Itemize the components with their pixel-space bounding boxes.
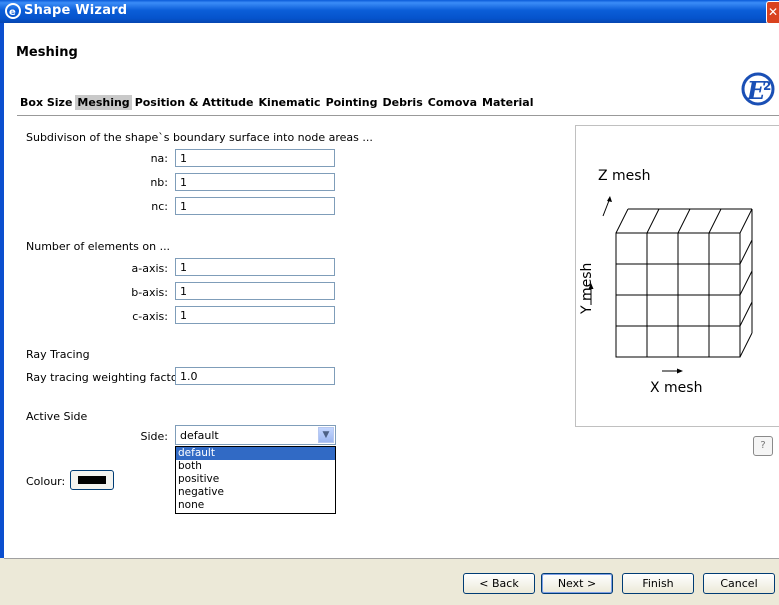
elements-heading: Number of elements on ... <box>26 240 171 253</box>
side-option-default[interactable]: default <box>176 447 335 460</box>
header-separator <box>17 115 779 116</box>
na-field[interactable] <box>175 149 335 167</box>
help-icon[interactable]: ? <box>753 436 773 456</box>
nb-field[interactable] <box>175 173 335 191</box>
chevron-down-icon[interactable]: ▼ <box>318 427 334 443</box>
tab-material[interactable]: Material <box>480 95 535 110</box>
colour-swatch <box>78 476 106 484</box>
na-label: na: <box>150 152 168 165</box>
page-title: Meshing <box>16 45 78 60</box>
ray-tracing-factor-field[interactable] <box>175 367 335 385</box>
tab-kinematic[interactable]: Kinematic <box>257 95 323 110</box>
b-axis-label: b-axis: <box>131 286 168 299</box>
next-button[interactable]: Next > <box>541 573 613 594</box>
colour-label: Colour: <box>26 475 66 488</box>
svg-text:e: e <box>9 7 16 18</box>
side-dropdown-list: default both positive negative none <box>175 446 336 514</box>
finish-button[interactable]: Finish <box>622 573 694 594</box>
mesh-preview: Z mesh Y mesh X mesh <box>575 125 779 427</box>
cancel-button[interactable]: Cancel <box>703 573 775 594</box>
y-mesh-label: Y mesh <box>579 262 595 314</box>
tab-debris[interactable]: Debris <box>381 95 425 110</box>
side-select-value: default <box>180 429 219 442</box>
a-axis-label: a-axis: <box>131 262 168 275</box>
side-label: Side: <box>140 430 169 443</box>
active-side-heading: Active Side <box>26 410 88 423</box>
tab-bar: Box Size Meshing Position & Attitude Kinema… <box>18 95 536 110</box>
close-button[interactable]: ✕ <box>766 1 779 24</box>
z-mesh-label: Z mesh <box>598 168 651 184</box>
svg-text:2: 2 <box>763 79 771 93</box>
side-option-negative[interactable]: negative <box>176 486 335 499</box>
title-bar: e Shape Wizard ✕ <box>0 0 779 24</box>
side-option-positive[interactable]: positive <box>176 473 335 486</box>
a-axis-field[interactable] <box>175 258 335 276</box>
e2-logo-icon: E 2 <box>741 72 775 106</box>
app-logo-icon: e <box>5 3 21 19</box>
side-option-both[interactable]: both <box>176 460 335 473</box>
side-option-none[interactable]: none <box>176 499 335 512</box>
footer-separator <box>4 558 779 559</box>
nb-label: nb: <box>150 176 168 189</box>
b-axis-field[interactable] <box>175 282 335 300</box>
c-axis-field[interactable] <box>175 306 335 324</box>
tab-position-attitude[interactable]: Position & Attitude <box>133 95 256 110</box>
tab-pointing[interactable]: Pointing <box>324 95 380 110</box>
side-select[interactable]: default ▼ <box>175 425 336 445</box>
subdivision-heading: Subdivison of the shape`s boundary surfa… <box>26 131 373 144</box>
x-mesh-label: X mesh <box>650 380 703 396</box>
tab-box-size[interactable]: Box Size <box>18 95 74 110</box>
colour-picker-button[interactable] <box>70 470 114 490</box>
window-title: Shape Wizard <box>24 3 128 18</box>
tab-comova[interactable]: Comova <box>426 95 479 110</box>
nc-label: nc: <box>151 200 168 213</box>
nc-field[interactable] <box>175 197 335 215</box>
ray-tracing-factor-label: Ray tracing weighting factor: <box>26 371 186 384</box>
ray-tracing-heading: Ray Tracing <box>26 348 90 361</box>
c-axis-label: c-axis: <box>132 310 168 323</box>
back-button[interactable]: < Back <box>463 573 535 594</box>
tab-meshing[interactable]: Meshing <box>75 95 132 110</box>
